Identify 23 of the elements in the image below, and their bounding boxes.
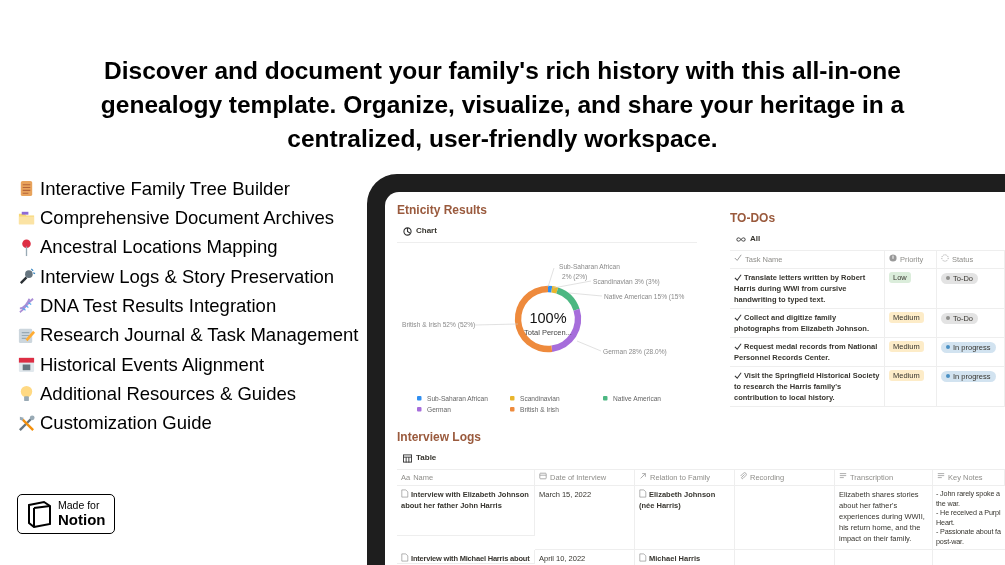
view-label: Table bbox=[416, 452, 437, 464]
feature-item: Comprehensive Document Archives bbox=[40, 206, 335, 231]
section-title: Interview Logs bbox=[397, 429, 483, 446]
section-title: TO-DOs bbox=[730, 210, 777, 227]
badge-caption: Made for bbox=[58, 499, 101, 511]
view-tab[interactable]: Chart bbox=[397, 219, 720, 242]
feature-item: Interview Logs & Story Preservation bbox=[40, 264, 335, 289]
headline: Discover and document your family's rich history with this all-in-one genealogy template. Organize, visualize, and share your heritage in a centralized, user-friendly workspace. bbox=[99, 56, 906, 154]
badge-title: Notion bbox=[58, 510, 106, 528]
feature-item: Ancestral Locations Mapping bbox=[40, 235, 278, 260]
section-title: Etnicity Results bbox=[397, 202, 489, 219]
feature-item: Research Journal & Task Management bbox=[40, 323, 359, 348]
view-label: Chart bbox=[416, 225, 437, 237]
feature-item: DNA Test Results Integration bbox=[40, 293, 277, 318]
center-value: 100% bbox=[529, 310, 567, 326]
view-tab[interactable]: All bbox=[730, 227, 1005, 250]
feature-item: Customization Guide bbox=[40, 411, 212, 436]
feature-item: Additional Resources & Guides bbox=[40, 381, 297, 406]
view-tab[interactable]: Table bbox=[397, 446, 1005, 469]
made-for-badge[interactable]: Made for Notion bbox=[17, 493, 116, 534]
view-label: All bbox=[750, 233, 761, 245]
feature-item: Historical Events Alignment bbox=[40, 352, 265, 377]
feature-item: Interactive Family Tree Builder bbox=[40, 176, 290, 201]
